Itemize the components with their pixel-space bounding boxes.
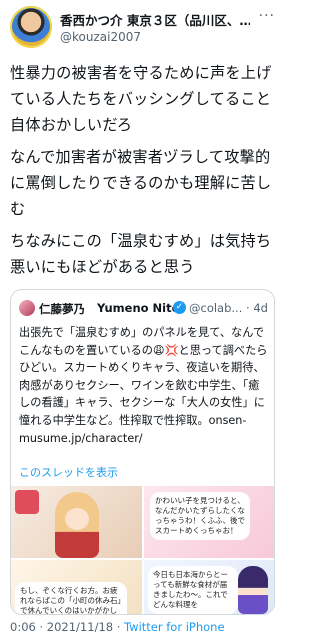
- character-illustration: [238, 566, 268, 614]
- quoted-tweet-header: 仁藤夢乃 Yumeno Nito ✓ @colab... · 4d: [19, 300, 269, 318]
- author-name[interactable]: 香西かつ介 東京３区（品川区、…: [60, 10, 250, 29]
- character-illustration: [55, 492, 99, 558]
- tweet-paragraph: ちなみにこの「温泉むすめ」は気持ち悪いにもほどがあると思う: [10, 232, 272, 276]
- media-grid[interactable]: かわいい子を見つけると、なんだかいたずらしたくなっちゃうわ！くふふ、後でスカート…: [11, 486, 274, 614]
- speech-bubble: もし、ぞくな行くお方。お疲れならばこの「小町の休み石」で休んでいくのはいかがかし…: [15, 582, 127, 614]
- more-options-icon[interactable]: ···: [259, 8, 275, 24]
- media-image-4[interactable]: 今日も日本海からとーっても新鮮な食材が届きましたわ〜。これでどんな料理を: [144, 560, 274, 614]
- quoted-tweet-text: 出張先で「温泉むすめ」のパネルを見て、なんでこんなものを置いているの😩💢と思って…: [19, 326, 268, 445]
- quoted-author-name-en[interactable]: Yumeno Nito: [97, 301, 180, 315]
- author-avatar[interactable]: [10, 6, 52, 48]
- tweet-timestamp[interactable]: 0:06 · 2021/11/18 ·: [10, 620, 124, 634]
- tweet-paragraph: 性暴力の被害者を守るために声を上げている人たちをバッシングしてること自体おかしい…: [10, 64, 272, 134]
- tweet-text: 性暴力の被害者を守るために声を上げている人たちをバッシングしてること自体おかしい…: [10, 60, 275, 286]
- tweet-header: 香西かつ介 東京３区（品川区、… @kouzai2007 ···: [10, 6, 275, 50]
- speech-bubble: かわいい子を見つけると、なんだかいたずらしたくなっちゃうわ！くふふ、後でスカート…: [150, 492, 250, 540]
- verified-badge-icon: ✓: [173, 301, 186, 314]
- author-handle[interactable]: @kouzai2007: [60, 30, 141, 44]
- tweet-paragraph: なんで加害者が被害者ヅラして攻撃的に罵倒したりできるのかも理解に苦しむ: [10, 148, 272, 218]
- tweet-footer: 0:06 · 2021/11/18 · Twitter for iPhone: [10, 620, 275, 634]
- quoted-author-handle: @colab... · 4d: [189, 301, 268, 315]
- media-image-2[interactable]: かわいい子を見つけると、なんだかいたずらしたくなっちゃうわ！くふふ、後でスカート…: [144, 486, 274, 558]
- tweet-source-link[interactable]: Twitter for iPhone: [124, 620, 225, 634]
- show-thread-link[interactable]: このスレッドを表示: [19, 464, 118, 480]
- quoted-tweet[interactable]: 仁藤夢乃 Yumeno Nito ✓ @colab... · 4d 出張先で「温…: [10, 289, 275, 615]
- media-image-1[interactable]: [11, 486, 142, 558]
- media-image-3[interactable]: もし、ぞくな行くお方。お疲れならばこの「小町の休み石」で休んでいくのはいかがかし…: [11, 560, 142, 614]
- speech-bubble: 今日も日本海からとーっても新鮮な食材が届きましたわ〜。これでどんな料理を: [148, 566, 238, 614]
- quoted-author-name-jp[interactable]: 仁藤夢乃: [39, 301, 85, 317]
- quoted-author-avatar[interactable]: [19, 300, 35, 316]
- onsen-logo-icon: [15, 490, 39, 514]
